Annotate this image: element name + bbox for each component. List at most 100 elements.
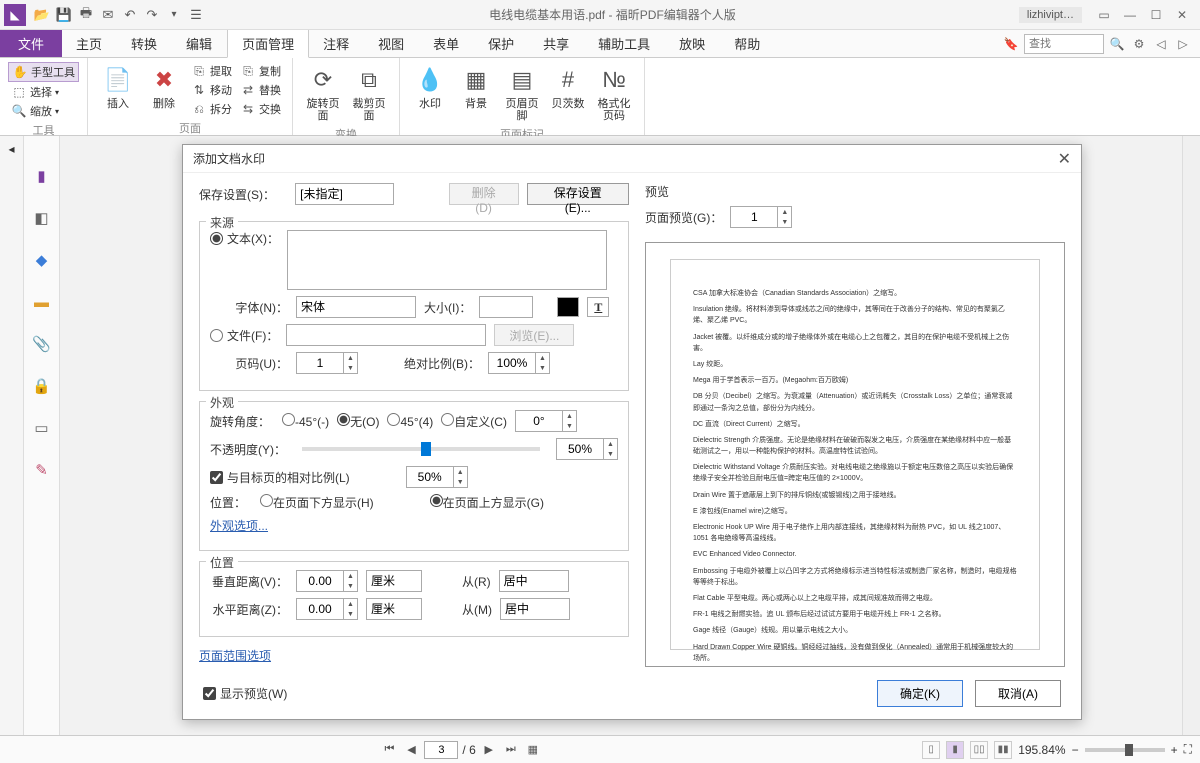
vertical-scrollbar[interactable] (1182, 136, 1200, 735)
nav-next-icon[interactable]: ▷ (1174, 35, 1192, 53)
ribbon-toggle-icon[interactable]: ▭ (1092, 5, 1116, 25)
undo-icon[interactable]: ↶ (120, 5, 140, 25)
tab-share[interactable]: 共享 (529, 30, 584, 57)
page-spinner[interactable]: ▲▼ (296, 352, 358, 374)
gear-icon[interactable]: ⚙ (1130, 35, 1148, 53)
zoom-tool-button[interactable]: 🔍缩放▾ (8, 102, 79, 120)
rotate-button[interactable]: ⟳旋转页面 (301, 62, 345, 124)
tab-edit[interactable]: 编辑 (172, 30, 227, 57)
tab-help[interactable]: 帮助 (720, 30, 775, 57)
save-settings-select[interactable]: [未指定] (295, 183, 393, 205)
dropdown-icon[interactable]: ▾ (164, 5, 184, 25)
page-preview-input[interactable] (731, 207, 777, 227)
nav-prev-icon[interactable]: ◁ (1152, 35, 1170, 53)
tab-convert[interactable]: 转换 (117, 30, 172, 57)
copy-button[interactable]: ⎘复制 (237, 62, 284, 80)
user-badge[interactable]: lizhivipt… (1019, 7, 1082, 23)
tab-assist[interactable]: 辅助工具 (584, 30, 665, 57)
hand-tool-button[interactable]: ✋手型工具 (8, 62, 79, 82)
abs-scale-input[interactable] (489, 353, 535, 373)
tab-protect[interactable]: 保护 (474, 30, 529, 57)
rot-none-radio[interactable] (337, 413, 350, 426)
bookmark-panel-icon[interactable]: ▮ (32, 166, 52, 186)
pos-above-radio[interactable] (430, 494, 443, 507)
fullscreen-icon[interactable]: ⛶ (1184, 742, 1192, 757)
pos-below-radio[interactable] (260, 494, 273, 507)
font-select[interactable]: 宋体 (296, 296, 416, 318)
fields-panel-icon[interactable]: ▭ (32, 418, 52, 438)
background-button[interactable]: ▦背景 (454, 62, 498, 112)
source-file-radio[interactable] (210, 329, 223, 342)
rel-scale-spinner[interactable]: ▲▼ (406, 466, 468, 488)
delete-button[interactable]: ✖删除 (142, 62, 186, 112)
view-mode-3-icon[interactable]: ▯▯ (970, 741, 988, 759)
security-panel-icon[interactable]: 🔒 (32, 376, 52, 396)
color-swatch[interactable] (557, 297, 579, 317)
header-footer-button[interactable]: ▤页眉页脚 (500, 62, 544, 124)
page-preview-spinner[interactable]: ▲▼ (730, 206, 792, 228)
redo-icon[interactable]: ↷ (142, 5, 162, 25)
rel-scale-check[interactable] (210, 471, 223, 484)
watermark-text-input[interactable] (287, 230, 607, 290)
size-select[interactable] (479, 296, 533, 318)
search-input[interactable] (1024, 34, 1104, 54)
abs-scale-spinner[interactable]: ▲▼ (488, 352, 550, 374)
tab-page-manage[interactable]: 页面管理 (227, 30, 309, 58)
file-tab[interactable]: 文件 (0, 30, 62, 57)
underline-button[interactable]: T (587, 297, 609, 317)
nav-thumb-icon[interactable]: ▦ (524, 741, 542, 759)
swap-button[interactable]: ⇆交换 (237, 100, 284, 118)
search-icon[interactable]: 🔍 (1108, 35, 1126, 53)
mail-icon[interactable]: ✉ (98, 5, 118, 25)
page-input[interactable] (424, 741, 458, 759)
show-preview-check[interactable] (203, 687, 216, 700)
left-collapse-handle[interactable]: ◂ (0, 136, 24, 735)
extract-button[interactable]: ⎘提取 (188, 62, 235, 80)
nav-next-page-icon[interactable]: ▶ (480, 741, 498, 759)
opacity-slider[interactable] (302, 447, 540, 451)
comments-panel-icon[interactable]: ▬ (32, 292, 52, 312)
attachments-panel-icon[interactable]: 📎 (32, 334, 52, 354)
bates-button[interactable]: #贝茨数 (546, 62, 590, 112)
nav-last-icon[interactable]: ⏭ (502, 741, 520, 759)
page-spinner-input[interactable] (297, 353, 343, 373)
rot-custom-spinner[interactable]: ▲▼ (515, 410, 577, 432)
select-tool-button[interactable]: ⬚选择▾ (8, 83, 79, 101)
open-icon[interactable]: 📂 (32, 5, 52, 25)
source-text-radio[interactable] (210, 232, 223, 245)
rot-custom-input[interactable] (516, 411, 562, 431)
vdist-from-select[interactable]: 居中 (499, 570, 569, 592)
print-icon[interactable]: 🖶 (76, 5, 96, 25)
view-mode-2-icon[interactable]: ▮ (946, 741, 964, 759)
hdist-from-select[interactable]: 居中 (500, 598, 570, 620)
watermark-button[interactable]: 💧水印 (408, 62, 452, 112)
page-range-link[interactable]: 页面范围选项 (199, 647, 271, 664)
tab-form[interactable]: 表单 (419, 30, 474, 57)
pages-panel-icon[interactable]: ◧ (32, 208, 52, 228)
layers-panel-icon[interactable]: ◆ (32, 250, 52, 270)
save-icon[interactable]: 💾 (54, 5, 74, 25)
rel-scale-input[interactable] (407, 467, 453, 487)
format-page-button[interactable]: №格式化页码 (592, 62, 636, 124)
tab-comment[interactable]: 注释 (309, 30, 364, 57)
zoom-slider[interactable] (1085, 748, 1165, 752)
zoom-out-icon[interactable]: − (1072, 743, 1079, 757)
ok-button[interactable]: 确定(K) (877, 680, 963, 707)
nav-first-icon[interactable]: ⏮ (380, 741, 398, 759)
vdist-unit-select[interactable]: 厘米 (366, 570, 422, 592)
appearance-options-link[interactable]: 外观选项... (210, 517, 268, 534)
vdist-input[interactable] (297, 571, 343, 591)
rot-45-radio[interactable] (387, 413, 400, 426)
minimize-icon[interactable]: — (1118, 5, 1142, 25)
maximize-icon[interactable]: ☐ (1144, 5, 1168, 25)
vdist-spinner[interactable]: ▲▼ (296, 570, 358, 592)
dialog-close-icon[interactable]: ✕ (1058, 149, 1071, 169)
tab-home[interactable]: 主页 (62, 30, 117, 57)
opacity-spinner[interactable]: ▲▼ (556, 438, 618, 460)
nav-prev-page-icon[interactable]: ◀ (402, 741, 420, 759)
bookmark-search-icon[interactable]: 🔖 (1002, 35, 1020, 53)
close-window-icon[interactable]: ✕ (1170, 5, 1194, 25)
view-mode-4-icon[interactable]: ▮▮ (994, 741, 1012, 759)
more-icon[interactable]: ☰ (186, 5, 206, 25)
view-mode-1-icon[interactable]: ▯ (922, 741, 940, 759)
